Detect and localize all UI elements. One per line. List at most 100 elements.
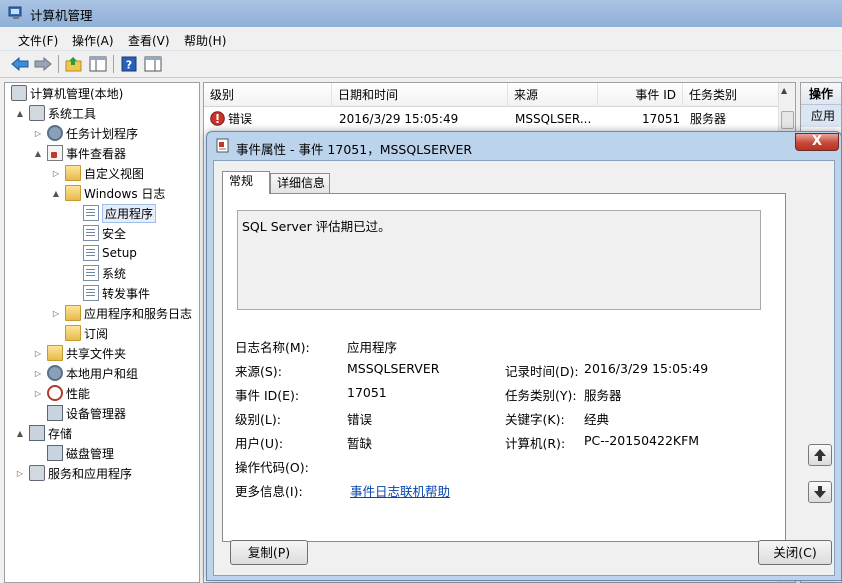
logged-value: 2016/3/29 15:05:49 (584, 361, 709, 376)
scroll-up-arrow-icon[interactable]: ▲ (781, 86, 787, 95)
forward-button[interactable] (33, 54, 53, 74)
expand-arrow-icon[interactable]: ▷ (33, 129, 43, 138)
dialog-titlebar[interactable]: 事件属性 - 事件 17051，MSSQLSERVER X (207, 132, 841, 159)
row-source: MSSQLSER... (515, 112, 592, 126)
users-groups-icon (47, 365, 63, 381)
tree-item-custom-views[interactable]: ▷ 自定义视图 (51, 163, 144, 183)
tree-item-performance[interactable]: ▷ 性能 (33, 383, 90, 403)
show-tree-button[interactable] (88, 54, 108, 74)
menu-bar: 文件(F) 操作(A) 查看(V) 帮助(H) (0, 27, 842, 51)
tab-details[interactable]: 详细信息 (270, 173, 330, 193)
tree-item-forwarded-events[interactable]: 转发事件 (69, 283, 150, 303)
level-value: 错误 (347, 412, 373, 427)
up-folder-icon (65, 57, 82, 72)
folder-icon (65, 185, 81, 201)
expand-arrow-icon[interactable]: ▷ (33, 389, 43, 398)
folder-icon (65, 165, 81, 181)
tab-general[interactable]: 常规 (222, 171, 270, 194)
tree-item-label: 系统工具 (48, 106, 97, 121)
row-datetime: 2016/3/29 15:05:49 (339, 112, 459, 126)
menu-help[interactable]: 帮助(H) (184, 32, 226, 49)
tree-item-local-users-groups[interactable]: ▷ 本地用户和组 (33, 363, 138, 383)
tree-item-label: 安全 (102, 226, 127, 241)
tree-item-system-log[interactable]: 系统 (69, 263, 126, 283)
row-task-category: 服务器 (690, 112, 727, 126)
system-tools-icon (29, 105, 45, 121)
tree-item-label: 存储 (48, 426, 73, 441)
tree-item-application-log[interactable]: 应用程序 (69, 203, 157, 223)
expand-arrow-icon[interactable]: ▷ (15, 469, 25, 478)
computer-label: 计算机(R): (505, 436, 566, 451)
computer-management-icon (11, 85, 27, 101)
event-log-online-help-link[interactable]: 事件日志联机帮助 (350, 481, 450, 500)
log-name-value: 应用程序 (347, 340, 398, 355)
tree-item-label: 设备管理器 (66, 406, 127, 421)
column-header-task-category[interactable]: 任务类别 (683, 83, 779, 107)
next-event-button[interactable] (808, 481, 832, 503)
table-row[interactable]: 错误 2016/3/29 15:05:49 MSSQLSER... 17051 … (204, 108, 779, 130)
logged-label: 记录时间(D): (505, 364, 579, 379)
help-button[interactable]: ? (119, 54, 139, 74)
log-icon (83, 225, 99, 241)
tree-item-label: 转发事件 (102, 286, 151, 301)
toolbar: ? (0, 51, 842, 78)
collapse-arrow-icon[interactable]: ▲ (15, 109, 25, 118)
tree-item-windows-logs[interactable]: ▲ Windows 日志 (51, 183, 165, 203)
back-button[interactable] (10, 54, 30, 74)
expand-arrow-icon[interactable]: ▷ (51, 169, 61, 178)
up-folder-button[interactable] (64, 54, 84, 74)
tree-item-system-tools[interactable]: ▲ 系统工具 (15, 103, 96, 123)
menu-action[interactable]: 操作(A) (72, 32, 114, 49)
toolbar-separator (58, 55, 59, 73)
device-manager-icon (47, 405, 63, 421)
event-properties-dialog: 事件属性 - 事件 17051，MSSQLSERVER X 常规 详细信息 SQ… (206, 131, 842, 581)
tree-item-label: 共享文件夹 (66, 346, 127, 361)
tree-item-event-viewer[interactable]: ▲ 事件查看器 (33, 143, 126, 163)
tree-item-subscriptions[interactable]: 订阅 (51, 323, 108, 343)
menu-view[interactable]: 查看(V) (128, 32, 170, 49)
expand-arrow-icon[interactable]: ▷ (51, 309, 61, 318)
collapse-arrow-icon[interactable]: ▲ (33, 149, 43, 158)
tree-item-app-services-logs[interactable]: ▷ 应用程序和服务日志 (51, 303, 192, 323)
computer-value: PC--20150422KFM (584, 433, 700, 448)
event-id-value: 17051 (347, 385, 387, 400)
copy-button[interactable]: 复制(P) (230, 540, 308, 565)
column-header-level[interactable]: 级别 (204, 83, 332, 107)
log-icon (83, 265, 99, 281)
more-info-label: 更多信息(I): (235, 484, 303, 499)
tree-item-storage[interactable]: ▲ 存储 (15, 423, 72, 443)
column-header-event-id[interactable]: 事件 ID (598, 83, 683, 107)
expand-arrow-icon[interactable]: ▷ (33, 369, 43, 378)
tree-item-setup-log[interactable]: Setup (69, 243, 137, 263)
tree-item-services-apps[interactable]: ▷ 服务和应用程序 (15, 463, 132, 483)
show-action-pane-button[interactable] (143, 54, 163, 74)
actions-section-application[interactable]: 应用 (801, 105, 841, 127)
event-description-box[interactable]: SQL Server 评估期已过。 (237, 210, 761, 310)
keywords-value: 经典 (584, 412, 610, 427)
folder-icon (65, 305, 81, 321)
event-list-header: 级别 日期和时间 来源 事件 ID 任务类别 (204, 83, 795, 107)
tree-item-security-log[interactable]: 安全 (69, 223, 126, 243)
tree-item-computer-management[interactable]: 计算机管理(本地) (7, 83, 123, 103)
scroll-thumb[interactable] (781, 111, 794, 129)
collapse-arrow-icon[interactable]: ▲ (15, 429, 25, 438)
column-header-datetime[interactable]: 日期和时间 (332, 83, 508, 107)
collapse-arrow-icon[interactable]: ▲ (51, 189, 61, 198)
log-icon (83, 205, 99, 221)
column-header-source[interactable]: 来源 (508, 83, 598, 107)
row-event-id: 17051 (642, 112, 681, 126)
forward-icon (34, 57, 52, 71)
tree-item-disk-management[interactable]: 磁盘管理 (33, 443, 114, 463)
tree-item-task-scheduler[interactable]: ▷ 任务计划程序 (33, 123, 138, 143)
menu-file[interactable]: 文件(F) (18, 32, 58, 49)
tree-item-shared-folders[interactable]: ▷ 共享文件夹 (33, 343, 126, 363)
keywords-label: 关键字(K): (505, 412, 565, 427)
dialog-title: 事件属性 - 事件 17051，MSSQLSERVER (236, 142, 473, 157)
main-window-titlebar[interactable]: 计算机管理 (0, 0, 842, 27)
tree-item-device-manager[interactable]: 设备管理器 (33, 403, 126, 423)
close-button[interactable]: 关闭(C) (758, 540, 832, 565)
previous-event-button[interactable] (808, 444, 832, 466)
error-icon (210, 111, 225, 126)
dialog-close-button[interactable]: X (795, 133, 839, 151)
expand-arrow-icon[interactable]: ▷ (33, 349, 43, 358)
